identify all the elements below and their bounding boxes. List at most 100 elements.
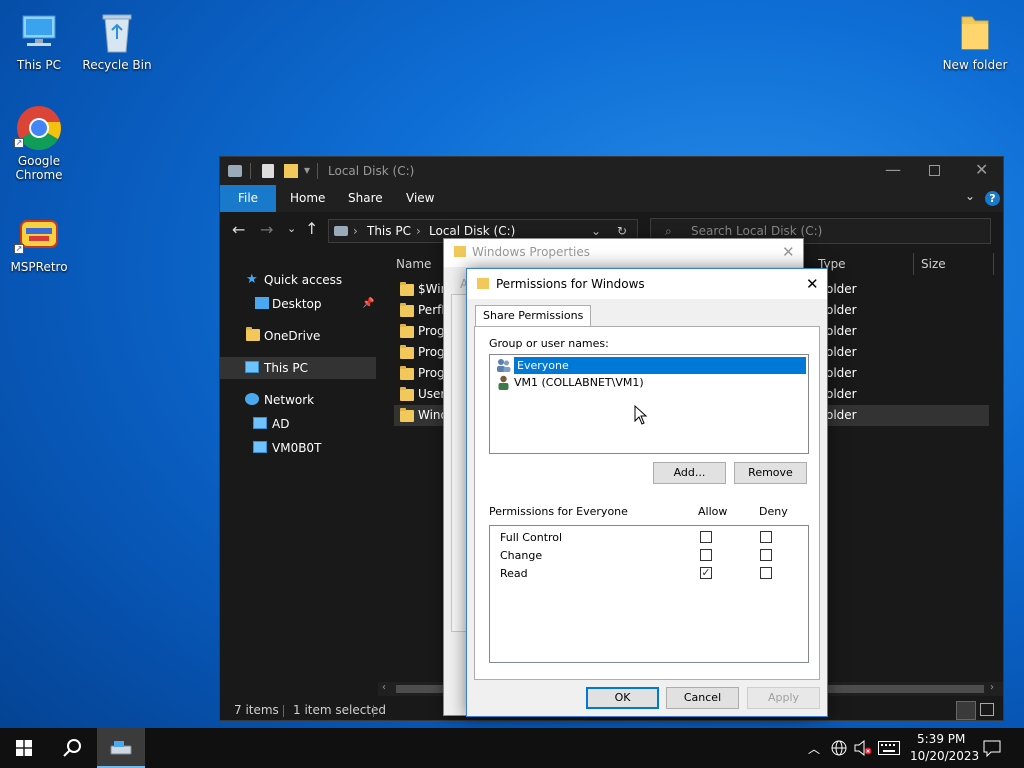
nav-ad[interactable]: AD [220, 413, 376, 435]
tab-share[interactable]: Share [348, 185, 383, 212]
column-divider[interactable] [993, 253, 994, 275]
explorer-titlebar: ▾ Local Disk (C:) — ✕ [220, 157, 1003, 185]
nav-onedrive[interactable]: OneDrive [220, 325, 376, 347]
new-folder-quick-icon[interactable] [284, 164, 298, 178]
monitor-icon [0, 8, 78, 56]
nav-label: Desktop [272, 297, 322, 311]
change-allow-checkbox[interactable] [700, 549, 712, 561]
folder-icon [400, 345, 414, 359]
start-button[interactable] [0, 728, 48, 768]
nav-quick-access[interactable]: ★ Quick access [220, 269, 376, 291]
monitor-icon [245, 361, 259, 373]
clock-time[interactable]: 5:39 PM [917, 732, 965, 746]
full-control-allow-checkbox[interactable] [700, 531, 712, 543]
details-view-icon[interactable] [956, 701, 976, 720]
nav-network[interactable]: Network [220, 389, 376, 411]
breadcrumb-separator-icon[interactable]: › [416, 220, 421, 242]
user-everyone[interactable]: Everyone [496, 357, 806, 374]
remove-button[interactable]: Remove [734, 462, 807, 484]
desktop-icon-label: Chrome [15, 168, 63, 182]
pin-icon[interactable]: 📌 [362, 293, 374, 315]
desktop-icon-label: This PC [17, 58, 61, 72]
tab-home[interactable]: Home [290, 185, 325, 212]
ribbon-tabs: File Home Share View ⌄ ? [220, 185, 1003, 212]
desktop-folder-icon [255, 297, 269, 309]
tab-share-permissions[interactable]: Share Permissions [475, 305, 592, 327]
taskbar-file-explorer[interactable] [97, 728, 145, 768]
tab-file[interactable]: File [220, 185, 276, 212]
breadcrumb-this-pc[interactable]: This PC [367, 220, 411, 242]
scroll-right-icon[interactable]: › [990, 682, 994, 693]
close-icon[interactable]: ✕ [782, 243, 795, 261]
permissions-for-label: Permissions for Everyone [489, 505, 628, 518]
up-arrow-icon[interactable]: ↑ [305, 219, 318, 238]
recent-locations-icon[interactable]: ⌄ [287, 222, 296, 235]
shortcut-arrow-icon: ↗ [14, 244, 24, 254]
nav-desktop[interactable]: Desktop 📌 [220, 293, 376, 315]
folder-icon [400, 282, 414, 296]
desktop-icon-recycle-bin[interactable]: Recycle Bin [78, 8, 156, 72]
minimize-icon[interactable]: — [885, 160, 901, 179]
desktop-icon-google-chrome[interactable]: ↗ Google Chrome [0, 104, 78, 182]
shortcut-arrow-icon: ↗ [14, 138, 24, 148]
recycle-bin-icon [78, 8, 156, 56]
permission-name: Read [500, 567, 528, 580]
folder-icon [400, 366, 414, 380]
desktop-icon-mspretro[interactable]: ↗ MSPRetro [0, 210, 78, 274]
help-icon[interactable]: ? [985, 191, 1000, 206]
back-arrow-icon[interactable]: ← [232, 220, 245, 239]
column-header-size[interactable]: Size [921, 257, 946, 271]
user-vm1[interactable]: VM1 (COLLABNET\VM1) [496, 374, 644, 391]
apply-button[interactable]: Apply [747, 687, 820, 709]
file-type: older [826, 324, 857, 338]
forward-arrow-icon[interactable]: → [260, 220, 273, 239]
close-icon[interactable]: ✕ [806, 269, 819, 299]
volume-muted-icon[interactable] [854, 740, 872, 756]
desktop-icon-this-pc[interactable]: This PC [0, 8, 78, 72]
status-divider [283, 705, 284, 717]
deny-header: Deny [759, 505, 788, 518]
permission-name: Change [500, 549, 543, 562]
notifications-icon[interactable] [983, 740, 1001, 757]
cancel-button[interactable]: Cancel [666, 687, 739, 709]
drive-icon [228, 165, 242, 177]
nav-label: VM0B0T [272, 441, 322, 455]
desktop-icon-label: Google [17, 154, 61, 168]
window-title: Local Disk (C:) [328, 164, 415, 178]
ok-button[interactable]: OK [586, 687, 659, 709]
full-control-deny-checkbox[interactable] [760, 531, 772, 543]
ribbon-expand-icon[interactable]: ⌄ [965, 189, 975, 203]
desktop-icon-new-folder[interactable]: New folder [936, 8, 1014, 72]
user-label: VM1 (COLLABNET\VM1) [514, 376, 644, 389]
clock-date[interactable]: 10/20/2023 [910, 749, 979, 763]
customize-quick-access-icon[interactable]: ▾ [304, 163, 310, 177]
mouse-cursor-icon [634, 405, 648, 425]
close-icon[interactable]: ✕ [975, 160, 988, 179]
file-type: older [826, 345, 857, 359]
network-globe-icon[interactable] [831, 740, 847, 756]
mspretro-icon: ↗ [0, 210, 78, 258]
large-icons-view-icon[interactable] [980, 703, 994, 716]
change-deny-checkbox[interactable] [760, 549, 772, 561]
file-type: older [826, 282, 857, 296]
tab-view[interactable]: View [406, 185, 434, 212]
properties-quick-icon[interactable] [262, 164, 274, 178]
file-type: older [826, 366, 857, 380]
show-hidden-icons-icon[interactable]: ︿ [808, 740, 820, 757]
search-button[interactable] [48, 728, 96, 768]
nav-this-pc[interactable]: This PC [220, 357, 376, 379]
keyboard-icon[interactable] [878, 741, 900, 755]
column-divider[interactable] [913, 253, 914, 275]
column-header-name[interactable]: Name [396, 257, 431, 271]
add-button[interactable]: Add... [653, 462, 726, 484]
maximize-icon[interactable] [929, 165, 940, 176]
computer-icon [253, 417, 267, 429]
read-deny-checkbox[interactable] [760, 567, 772, 579]
navigation-pane: ★ Quick access Desktop 📌 OneDrive This P… [220, 249, 378, 694]
breadcrumb-separator-icon[interactable]: › [353, 220, 358, 242]
read-allow-checkbox[interactable]: ✓ [700, 567, 712, 579]
nav-vm0b0t[interactable]: VM0B0T [220, 437, 376, 459]
group-users-list: Everyone VM1 (COLLABNET\VM1) [489, 354, 809, 454]
scroll-left-icon[interactable]: ‹ [382, 682, 386, 693]
permissions-title: Permissions for Windows [496, 277, 645, 291]
